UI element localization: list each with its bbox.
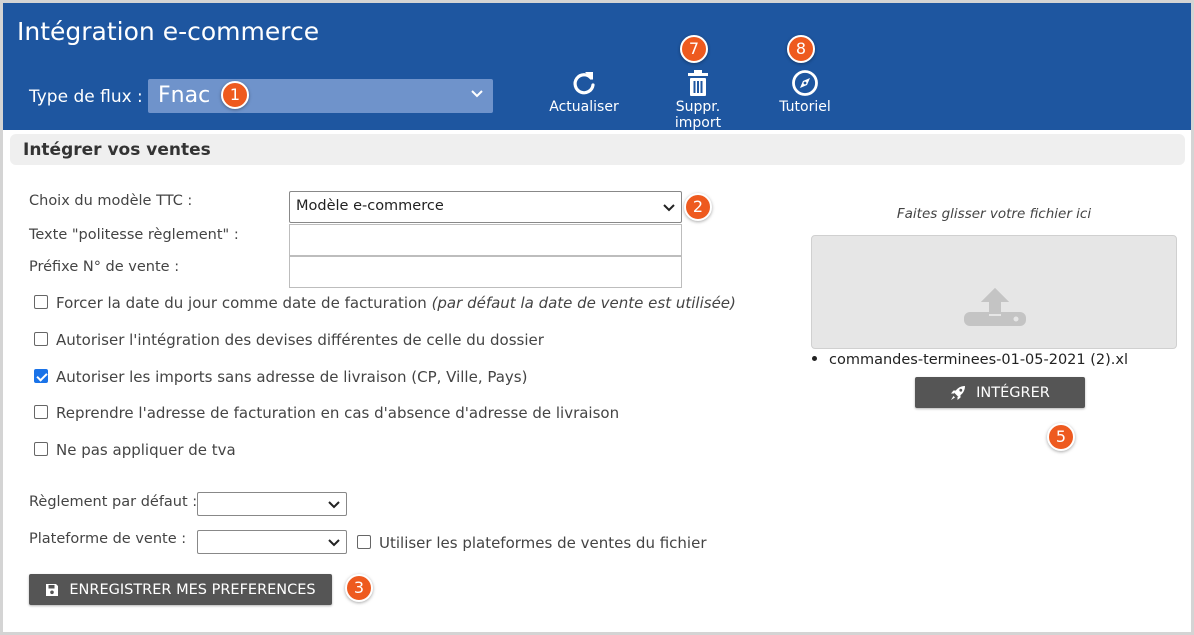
uploaded-file-name: commandes-terminees-01-05-2021 (2).xl	[829, 352, 1128, 368]
upload-icon	[964, 288, 1026, 326]
section-title: Intégrer vos ventes	[23, 140, 211, 160]
option-force-date: Forcer la date du jour comme date de fac…	[34, 294, 736, 312]
chevron-down-icon	[663, 204, 675, 212]
option-billing-address: Reprendre l'adresse de facturation en ca…	[34, 404, 619, 422]
force-date-label: Forcer la date du jour comme date de fac…	[56, 294, 427, 312]
trash-icon	[688, 70, 708, 96]
page-title: Intégration e-commerce	[17, 17, 320, 46]
no-vat-label: Ne pas appliquer de tva	[56, 441, 236, 459]
drop-hint: Faites glisser votre fichier ici	[896, 206, 1092, 222]
uploaded-file-item: commandes-terminees-01-05-2021 (2).xl	[812, 352, 1128, 368]
politesse-label: Texte "politesse règlement" :	[29, 227, 239, 243]
chevron-down-icon	[328, 501, 340, 509]
save-icon	[46, 583, 59, 596]
billing-address-checkbox[interactable]	[34, 405, 48, 419]
no-vat-checkbox[interactable]	[34, 442, 48, 456]
integrate-button[interactable]: INTÉGRER	[915, 377, 1085, 408]
use-platforms-label: Utiliser les plateformes de ventes du fi…	[379, 534, 707, 552]
option-no-vat: Ne pas appliquer de tva	[34, 441, 236, 459]
delete-import-label: Suppr. import	[674, 99, 722, 131]
refresh-icon	[573, 72, 595, 95]
bullet	[812, 356, 817, 361]
chevron-down-icon	[471, 90, 483, 98]
flux-type-value: Fnac	[158, 83, 211, 108]
section-header: Intégrer vos ventes	[10, 134, 1185, 165]
step-badge-7: 7	[680, 35, 708, 63]
option-use-platforms: Utiliser les plateformes de ventes du fi…	[357, 534, 706, 552]
step-badge-8: 8	[787, 35, 815, 63]
option-currencies: Autoriser l'intégration des devises diff…	[34, 331, 544, 349]
step-badge-1: 1	[221, 81, 249, 109]
refresh-button[interactable]: Actualiser	[549, 69, 619, 115]
plateforme-select[interactable]	[197, 530, 347, 554]
model-label: Choix du modèle TTC :	[29, 193, 193, 209]
model-select[interactable]: Modèle e-commerce	[289, 191, 682, 223]
save-preferences-button[interactable]: ENREGISTRER MES PREFERENCES	[29, 574, 332, 605]
force-date-note: (par défaut la date de vente est utilisé…	[431, 294, 736, 312]
model-value: Modèle e-commerce	[296, 198, 444, 214]
step-badge-3: 3	[345, 574, 373, 602]
reglement-label: Règlement par défaut :	[29, 494, 198, 510]
chevron-down-icon	[328, 539, 340, 547]
header-bar: Intégration e-commerce Type de flux : Fn…	[3, 3, 1191, 131]
force-date-checkbox[interactable]	[34, 295, 48, 309]
prefix-input[interactable]	[289, 256, 682, 288]
step-badge-2: 2	[684, 193, 712, 221]
tutorial-button[interactable]: Tutoriel	[775, 69, 835, 115]
billing-address-label: Reprendre l'adresse de facturation en ca…	[56, 404, 620, 422]
integrate-label: INTÉGRER	[976, 384, 1050, 401]
flux-type-select[interactable]: Fnac	[148, 79, 493, 113]
currencies-label: Autoriser l'intégration des devises diff…	[56, 331, 544, 349]
reglement-select[interactable]	[197, 492, 347, 516]
no-delivery-address-checkbox[interactable]	[34, 369, 48, 383]
step-badge-5: 5	[1047, 423, 1075, 451]
option-no-delivery-address: Autoriser les imports sans adresse de li…	[34, 368, 527, 386]
delete-import-button[interactable]: Suppr. import	[651, 69, 745, 131]
currencies-checkbox[interactable]	[34, 332, 48, 346]
compass-icon	[792, 70, 818, 96]
flux-type-label: Type de flux :	[29, 87, 143, 107]
prefix-label: Préfixe N° de vente :	[29, 259, 180, 275]
save-preferences-label: ENREGISTRER MES PREFERENCES	[69, 581, 316, 598]
rocket-icon	[951, 385, 966, 400]
refresh-label: Actualiser	[549, 99, 619, 115]
use-platforms-checkbox[interactable]	[357, 535, 371, 549]
file-dropzone[interactable]	[811, 235, 1177, 349]
no-delivery-address-label: Autoriser les imports sans adresse de li…	[56, 368, 528, 386]
politesse-input[interactable]	[289, 224, 682, 256]
plateforme-label: Plateforme de vente :	[29, 531, 187, 547]
tutorial-label: Tutoriel	[779, 99, 831, 115]
